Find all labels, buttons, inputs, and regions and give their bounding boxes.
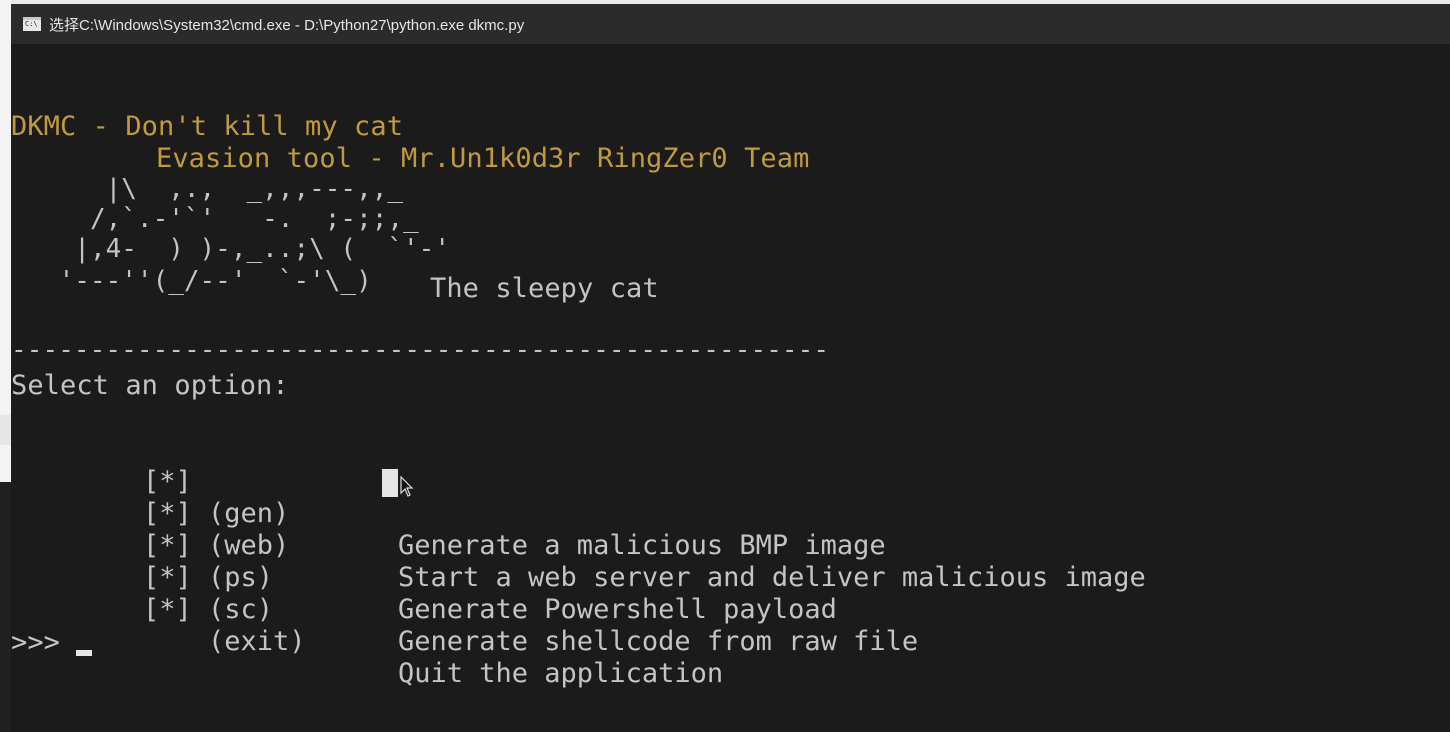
option-description: Start a web server and deliver malicious…: [398, 562, 1146, 593]
option-description: Generate a malicious BMP image: [398, 530, 886, 561]
ascii-cat-line-2: /,`.-'`' -. ;-;;,_: [43, 204, 419, 234]
separator-line: ----------------------------------------…: [11, 335, 830, 365]
command-input-cursor[interactable]: [76, 650, 92, 656]
background-window-dark-panel: [0, 482, 11, 732]
option-description: Quit the application: [398, 658, 724, 689]
console-output[interactable]: DKMC - Don't kill my cat Evasion tool - …: [11, 44, 1450, 732]
ascii-caption: The sleepy cat: [430, 273, 659, 304]
menu-option-web: [*] (web) Start a web server and deliver…: [11, 466, 1146, 593]
option-description: Generate shellcode from raw file: [398, 626, 919, 657]
option-command: (web): [208, 530, 290, 561]
option-bullet: [*]: [143, 594, 192, 625]
window-title: 选择C:\Windows\System32\cmd.exe - D:\Pytho…: [49, 16, 525, 34]
cmd-icon: C:\: [23, 17, 41, 31]
option-description: Generate Powershell payload: [398, 594, 837, 625]
window-titlebar[interactable]: C:\ 选择C:\Windows\System32\cmd.exe - D:\P…: [11, 4, 1450, 44]
option-bullet: [*]: [143, 498, 192, 529]
mouse-pointer-icon: [400, 476, 414, 497]
select-option-heading: Select an option:: [11, 370, 289, 401]
ascii-cat-line-1: |\ ,., _,,,---,,_: [43, 174, 404, 204]
option-bullet: [*]: [143, 530, 192, 561]
banner-subtitle: Evasion tool - Mr.Un1k0d3r RingZer0 Team: [156, 143, 810, 174]
menu-option-exit: [*] (exit) Quit the application: [11, 562, 723, 689]
option-command: (exit): [208, 626, 306, 657]
option-command: (gen): [208, 498, 290, 529]
banner-title: DKMC - Don't kill my cat: [11, 111, 404, 142]
background-window-panel: [0, 415, 11, 445]
background-window-edge: [0, 0, 11, 732]
option-command: (ps): [208, 562, 274, 593]
input-prompt: >>>: [11, 627, 77, 658]
menu-option-ps: [*] (ps) Generate Powershell payload: [11, 498, 837, 625]
ascii-cat-line-3: |,4- ) )-,_..;\ ( `'-': [43, 234, 450, 264]
ascii-cat-line-4: '---''(_/--' `-'\_): [43, 266, 372, 296]
menu-option-gen: [*] (gen) Generate a malicious BMP image: [11, 434, 886, 561]
option-bullet: [*]: [143, 562, 192, 593]
menu-option-sc: [*] (sc) Generate shellcode from raw fil…: [11, 530, 918, 657]
text-selection-cursor: [382, 469, 398, 497]
option-bullet: [*]: [143, 466, 192, 497]
option-command: (sc): [208, 594, 274, 625]
